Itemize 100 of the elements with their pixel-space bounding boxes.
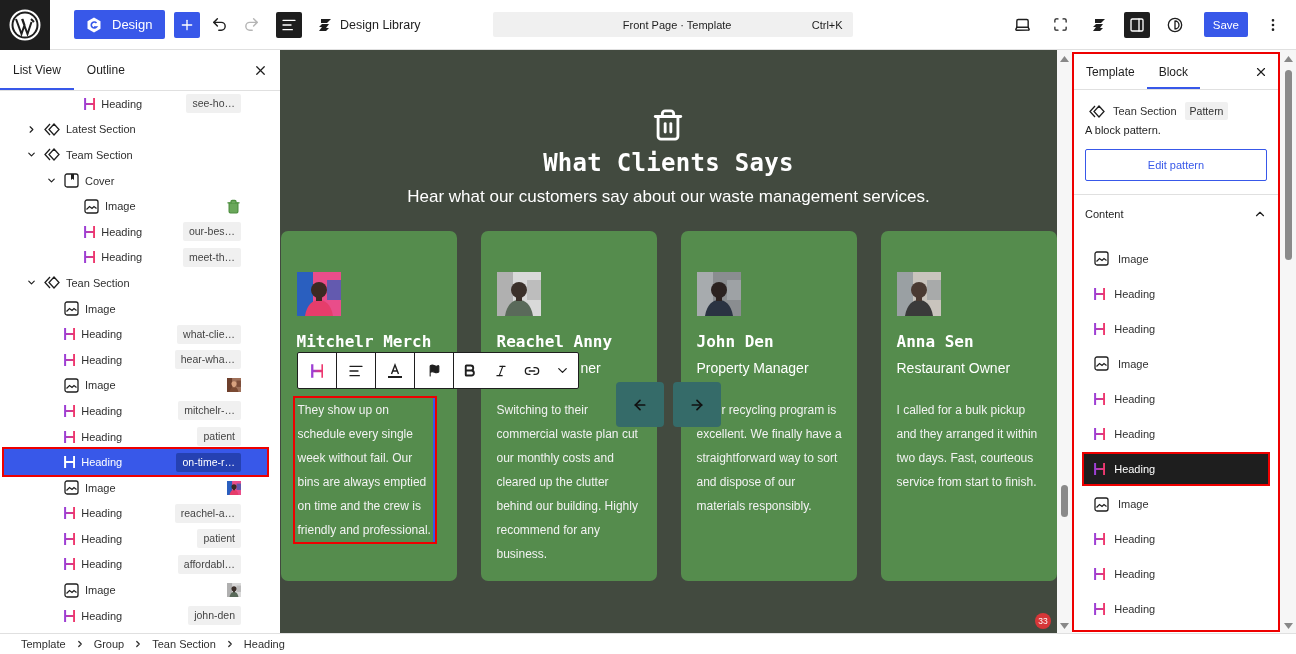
breadcrumb-link[interactable]: Heading xyxy=(243,638,285,650)
heading-icon xyxy=(64,506,76,521)
breadcrumb-link[interactable]: Group xyxy=(93,638,125,650)
heading-icon xyxy=(84,96,96,111)
anchor-tag: patient xyxy=(197,529,241,549)
list-view-item[interactable]: Heading patient xyxy=(4,526,267,552)
heading-icon xyxy=(1094,286,1106,301)
list-view-item[interactable]: Image xyxy=(4,193,267,219)
panel-tab[interactable]: Outline xyxy=(73,50,138,90)
pattern-icon xyxy=(44,122,60,136)
list-view-item[interactable]: Heading meet-th… xyxy=(4,244,267,271)
breadcrumb-link[interactable]: Template xyxy=(21,638,66,650)
scroll-down-icon[interactable] xyxy=(1060,623,1069,629)
image-icon xyxy=(64,377,79,393)
content-block-item[interactable]: Heading xyxy=(1084,383,1268,414)
heading-icon xyxy=(64,531,76,546)
list-view-toggle[interactable] xyxy=(276,11,302,38)
laptop-icon xyxy=(1014,16,1032,33)
add-block-button[interactable] xyxy=(174,11,200,38)
heading-icon xyxy=(64,403,76,418)
content-block-item[interactable]: Heading xyxy=(1084,524,1268,555)
list-view-item[interactable]: Image xyxy=(4,474,267,501)
content-block-item[interactable]: Heading xyxy=(1084,419,1268,449)
content-block-item[interactable]: Heading xyxy=(1084,313,1268,344)
testimonial-text[interactable]: Switching to their commercial waste plan cut our monthly costs and cleared up the clutter behind our building. Highly recommend for any business. xyxy=(496,398,643,566)
image-icon xyxy=(64,301,79,317)
library-logo-icon xyxy=(318,17,332,32)
sidebar-scrollbar[interactable] xyxy=(1280,50,1296,633)
cover-icon xyxy=(64,173,79,189)
block-description: A block pattern. xyxy=(1085,124,1162,136)
anchor-tag: mitchelr-… xyxy=(178,401,241,421)
scroll-up-icon[interactable] xyxy=(1283,56,1293,62)
list-view-item[interactable]: Image xyxy=(4,372,267,399)
list-view-item[interactable]: Heading affordabl… xyxy=(4,551,267,578)
edit-pattern-button[interactable]: Edit pattern xyxy=(1085,149,1267,181)
list-view-item[interactable]: Team Section xyxy=(4,142,267,168)
library-logo-icon xyxy=(1091,17,1106,32)
hexagon-logo-icon xyxy=(86,16,102,33)
list-view-item[interactable]: Heading hear-wha… xyxy=(4,346,267,373)
image-icon xyxy=(64,582,79,598)
list-view-item[interactable]: Heading our-bes… xyxy=(4,218,267,245)
testimonial-text[interactable]: I called for a bulk pickup and they arranged it within two days. Fast, courteous service from start to finish. xyxy=(896,398,1043,494)
flag-icon xyxy=(427,364,441,377)
section-subtitle: Hear what our customers say about our waste management services. xyxy=(407,186,930,208)
sidebar-tab[interactable]: Block xyxy=(1146,54,1201,89)
pattern-badge: Pattern xyxy=(1184,102,1229,120)
scroll-thumb[interactable] xyxy=(1061,485,1068,517)
list-view-item[interactable]: Heading patient xyxy=(4,423,267,450)
save-button[interactable]: Save xyxy=(1203,12,1248,37)
content-block-item[interactable]: Image xyxy=(1084,243,1268,274)
scroll-up-icon[interactable] xyxy=(1060,56,1069,62)
client-name: Mitchelr Merch xyxy=(296,332,433,352)
content-block-item[interactable]: Heading xyxy=(1084,454,1268,485)
list-view-item[interactable]: Image xyxy=(4,295,267,322)
content-block-item[interactable]: Image xyxy=(1084,489,1268,520)
heading-icon xyxy=(64,352,76,367)
settings-sidebar-toggle[interactable] xyxy=(1123,11,1150,38)
sidebar-tab[interactable]: Template xyxy=(1074,54,1147,89)
list-view-item[interactable]: Heading reachel-a… xyxy=(4,500,267,527)
list-view-item[interactable]: Latest Section xyxy=(4,116,267,143)
list-view-item[interactable]: Heading on-time-r… xyxy=(4,449,267,475)
scroll-thumb[interactable] xyxy=(1284,70,1292,260)
content-block-item[interactable]: Heading xyxy=(1084,594,1268,625)
list-view-item[interactable]: Heading john-den xyxy=(4,602,267,629)
list-view-item[interactable]: Heading see-ho… xyxy=(4,91,267,117)
heading-icon xyxy=(84,224,96,239)
list-view-item[interactable]: Heading mitchelr-… xyxy=(4,398,267,424)
heading-icon xyxy=(1094,391,1106,406)
sidebar-icon xyxy=(1128,16,1145,33)
content-block-item[interactable]: Image xyxy=(1084,348,1268,379)
image-icon xyxy=(84,198,99,214)
client-role: ner xyxy=(580,359,601,378)
command-bar[interactable]: Front Page · Template Ctrl+K xyxy=(492,12,853,37)
wordpress-logo[interactable] xyxy=(0,0,50,50)
anchor-tag: affordabl… xyxy=(177,555,241,574)
design-library-button[interactable]: Design Library xyxy=(314,17,425,32)
client-name: Reachel Anny xyxy=(496,332,614,352)
breadcrumb-link[interactable]: Tean Section xyxy=(152,638,216,650)
testimonial-text[interactable]: r recycling program is excellent. We finally have a straightforward way to sort and dispose of our materials responsibly. xyxy=(696,398,843,518)
heading-icon xyxy=(64,455,76,470)
list-view-item[interactable]: Cover xyxy=(4,167,267,194)
panel-tab[interactable]: List View xyxy=(0,50,74,90)
content-panel-toggle[interactable]: Content xyxy=(1074,195,1278,233)
image-icon xyxy=(1094,251,1109,267)
canvas-scrollbar[interactable] xyxy=(1057,50,1072,633)
design-button[interactable]: Design xyxy=(74,10,165,39)
heading-icon xyxy=(1094,321,1106,336)
anchor-tag: on-time-r… xyxy=(176,452,241,472)
content-block-item[interactable]: Heading xyxy=(1084,559,1268,590)
heading-icon xyxy=(310,362,324,379)
scroll-down-icon[interactable] xyxy=(1283,623,1293,629)
pattern-icon xyxy=(1089,104,1105,118)
client-role: Property Manager xyxy=(696,359,809,378)
content-block-item[interactable]: Heading xyxy=(1084,278,1268,309)
list-view-item[interactable]: Tean Section xyxy=(4,270,267,296)
list-view-item[interactable]: Image xyxy=(4,577,267,603)
anchor-tag: john-den xyxy=(188,606,241,626)
testimonial-text[interactable]: They show up on schedule every single week without fail. Our bins are always emptied on time and the crew is friendly and professional. xyxy=(294,398,435,542)
pattern-icon xyxy=(44,148,60,162)
list-view-item[interactable]: Heading what-clie… xyxy=(4,321,267,347)
